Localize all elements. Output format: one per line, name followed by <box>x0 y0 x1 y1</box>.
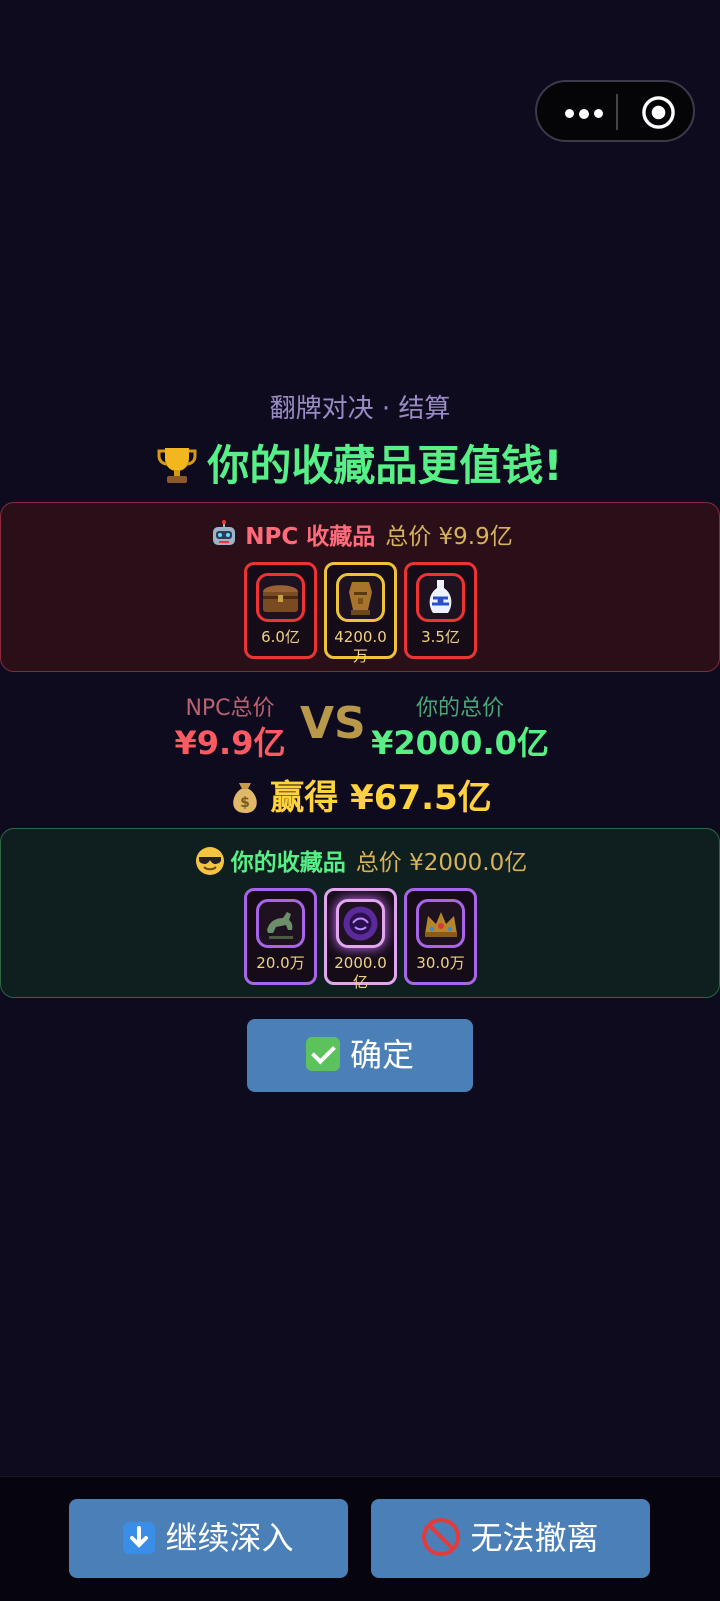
item-price: 6.0亿 <box>261 628 300 646</box>
golden-statue-icon <box>336 573 385 622</box>
item-price: 3.5亿 <box>421 628 460 646</box>
item-price: 4200.0万 <box>334 628 387 665</box>
continue-deeper-button[interactable]: 继续深入 <box>69 1499 348 1578</box>
npc-total-value: ¥9.9亿 <box>174 724 286 762</box>
npc-item-card[interactable]: 3.5亿 <box>404 562 477 659</box>
check-mark-icon <box>305 1037 340 1071</box>
miniprogram-capsule <box>535 80 695 142</box>
jeweled-crown-icon <box>416 899 465 948</box>
npc-panel-title: NPC 收藏品 <box>245 524 376 550</box>
vs-label: VS <box>300 698 366 749</box>
npc-collection-panel: NPC 收藏品 总价 ¥9.9亿 6.0亿 4200.0万 3.5亿 <box>0 502 720 672</box>
purple-orb-icon <box>336 899 385 948</box>
treasure-chest-icon <box>256 573 305 622</box>
npc-panel-header: NPC 收藏品 总价 ¥9.9亿 <box>1 517 720 551</box>
cannot-evacuate-label: 无法撤离 <box>470 1519 599 1557</box>
player-item-card[interactable]: 20.0万 <box>244 888 317 985</box>
player-panel-header: 你的收藏品 总价 ¥2000.0亿 <box>1 843 720 877</box>
player-item-card[interactable]: 30.0万 <box>404 888 477 985</box>
npc-item-card[interactable]: 4200.0万 <box>324 562 397 665</box>
more-dots-icon[interactable] <box>565 108 605 119</box>
winnings-line: $ 赢得 ¥67.5亿 <box>0 770 720 819</box>
result-subtitle: 翻牌对决 · 结算 <box>269 394 451 424</box>
player-panel-title: 你的收藏品 <box>230 850 346 876</box>
sunglasses-face-icon <box>195 847 224 875</box>
player-total-value: ¥2000.0亿 <box>371 724 549 762</box>
player-collection-panel: 你的收藏品 总价 ¥2000.0亿 20.0万 2000.0亿 30.0万 <box>0 828 720 998</box>
item-price: 20.0万 <box>256 954 305 972</box>
bronze-horse-icon <box>256 899 305 948</box>
confirm-button[interactable]: 确定 <box>247 1019 473 1092</box>
winnings-text: 赢得 ¥67.5亿 <box>270 778 492 818</box>
confirm-label: 确定 <box>349 1036 414 1074</box>
headline-text: 你的收藏品更值钱! <box>207 441 563 490</box>
cannot-evacuate-button[interactable]: 无法撤离 <box>371 1499 650 1578</box>
continue-deeper-label: 继续深入 <box>165 1519 294 1557</box>
bottom-action-bar: 继续深入 无法撤离 <box>0 1476 720 1601</box>
item-price: 30.0万 <box>416 954 465 972</box>
target-circle-icon[interactable] <box>641 95 676 130</box>
npc-item-card[interactable]: 6.0亿 <box>244 562 317 659</box>
down-arrow-icon <box>123 1522 156 1554</box>
player-total-label: 总价 ¥2000.0亿 <box>355 850 528 876</box>
money-bag-icon: $ <box>233 783 258 813</box>
player-item-card[interactable]: 2000.0亿 <box>324 888 397 991</box>
porcelain-vase-icon <box>416 573 465 622</box>
npc-total-label: 总价 ¥9.9亿 <box>385 524 513 550</box>
item-price: 2000.0亿 <box>334 954 387 991</box>
prohibited-icon <box>422 1518 461 1556</box>
result-headline: 你的收藏品更值钱! <box>0 432 720 493</box>
robot-icon <box>213 520 236 545</box>
svg-text:$: $ <box>240 795 250 811</box>
trophy-icon <box>157 448 197 483</box>
capsule-divider <box>616 94 618 130</box>
